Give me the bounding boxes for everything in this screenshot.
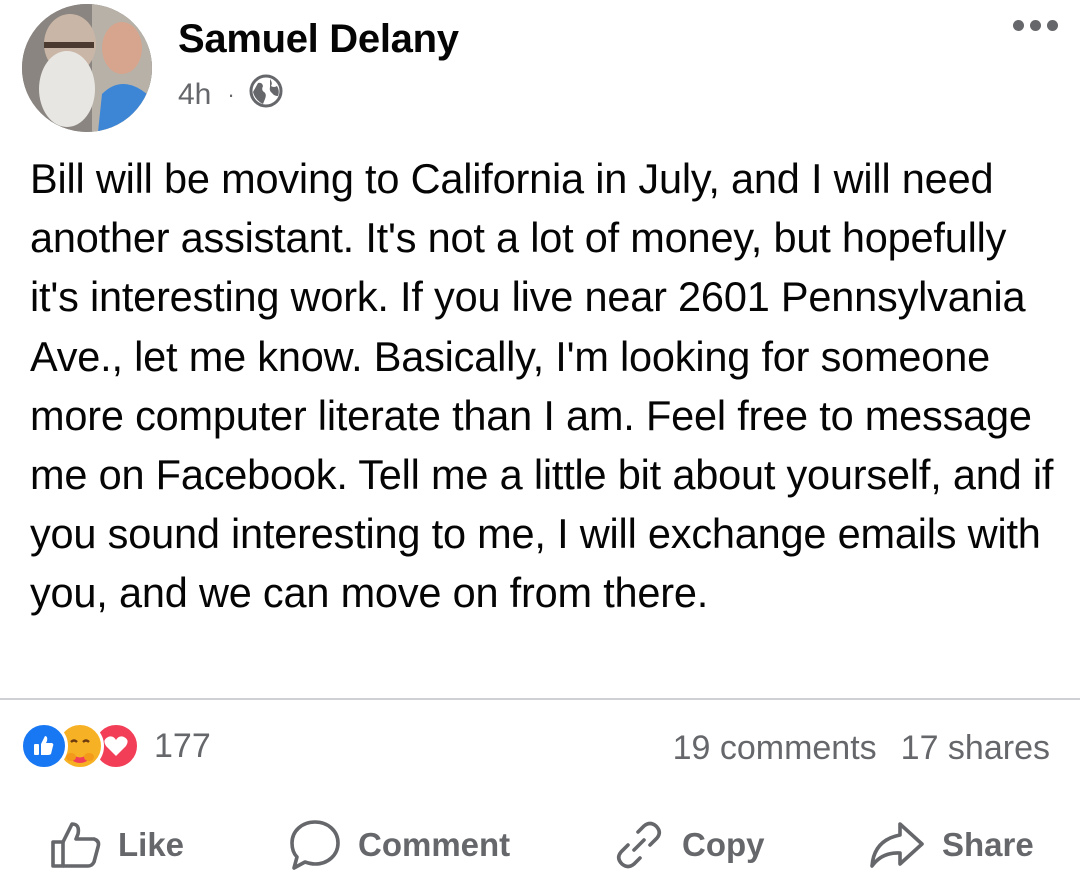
comment-button[interactable]: Comment <box>288 810 510 880</box>
link-icon <box>612 818 666 872</box>
post-time[interactable]: 4h <box>178 78 211 112</box>
action-bar: Like Comment Copy Share <box>0 810 1080 880</box>
like-button[interactable]: Like <box>50 810 184 880</box>
thumbs-up-icon <box>50 820 102 870</box>
more-options-icon[interactable] <box>1013 20 1058 31</box>
reaction-count: 177 <box>154 726 211 765</box>
author-name[interactable]: Samuel Delany <box>178 17 459 62</box>
globe-icon[interactable] <box>249 74 283 116</box>
reactions-summary[interactable]: 177 <box>20 722 211 770</box>
like-label: Like <box>118 826 185 863</box>
post-text: Bill will be moving to California in Jul… <box>30 155 1054 617</box>
divider <box>0 698 1080 700</box>
copy-button[interactable]: Copy <box>612 810 765 880</box>
shares-count[interactable]: 17 shares <box>901 729 1050 768</box>
share-label: Share <box>942 826 1034 863</box>
meta-separator: · <box>227 82 235 107</box>
comments-count[interactable]: 19 comments <box>673 729 877 768</box>
facebook-post: Samuel Delany 4h · Bill will be moving t… <box>0 0 1080 892</box>
share-arrow-icon <box>868 820 926 870</box>
comment-label: Comment <box>358 826 511 863</box>
comment-bubble-icon <box>288 818 342 872</box>
post-meta: 4h · <box>178 74 283 116</box>
share-button[interactable]: Share <box>868 810 1034 880</box>
post-stats: 19 comments 17 shares <box>673 729 1050 768</box>
avatar[interactable] <box>22 4 152 132</box>
copy-label: Copy <box>682 826 765 863</box>
like-reaction-icon <box>20 722 68 770</box>
